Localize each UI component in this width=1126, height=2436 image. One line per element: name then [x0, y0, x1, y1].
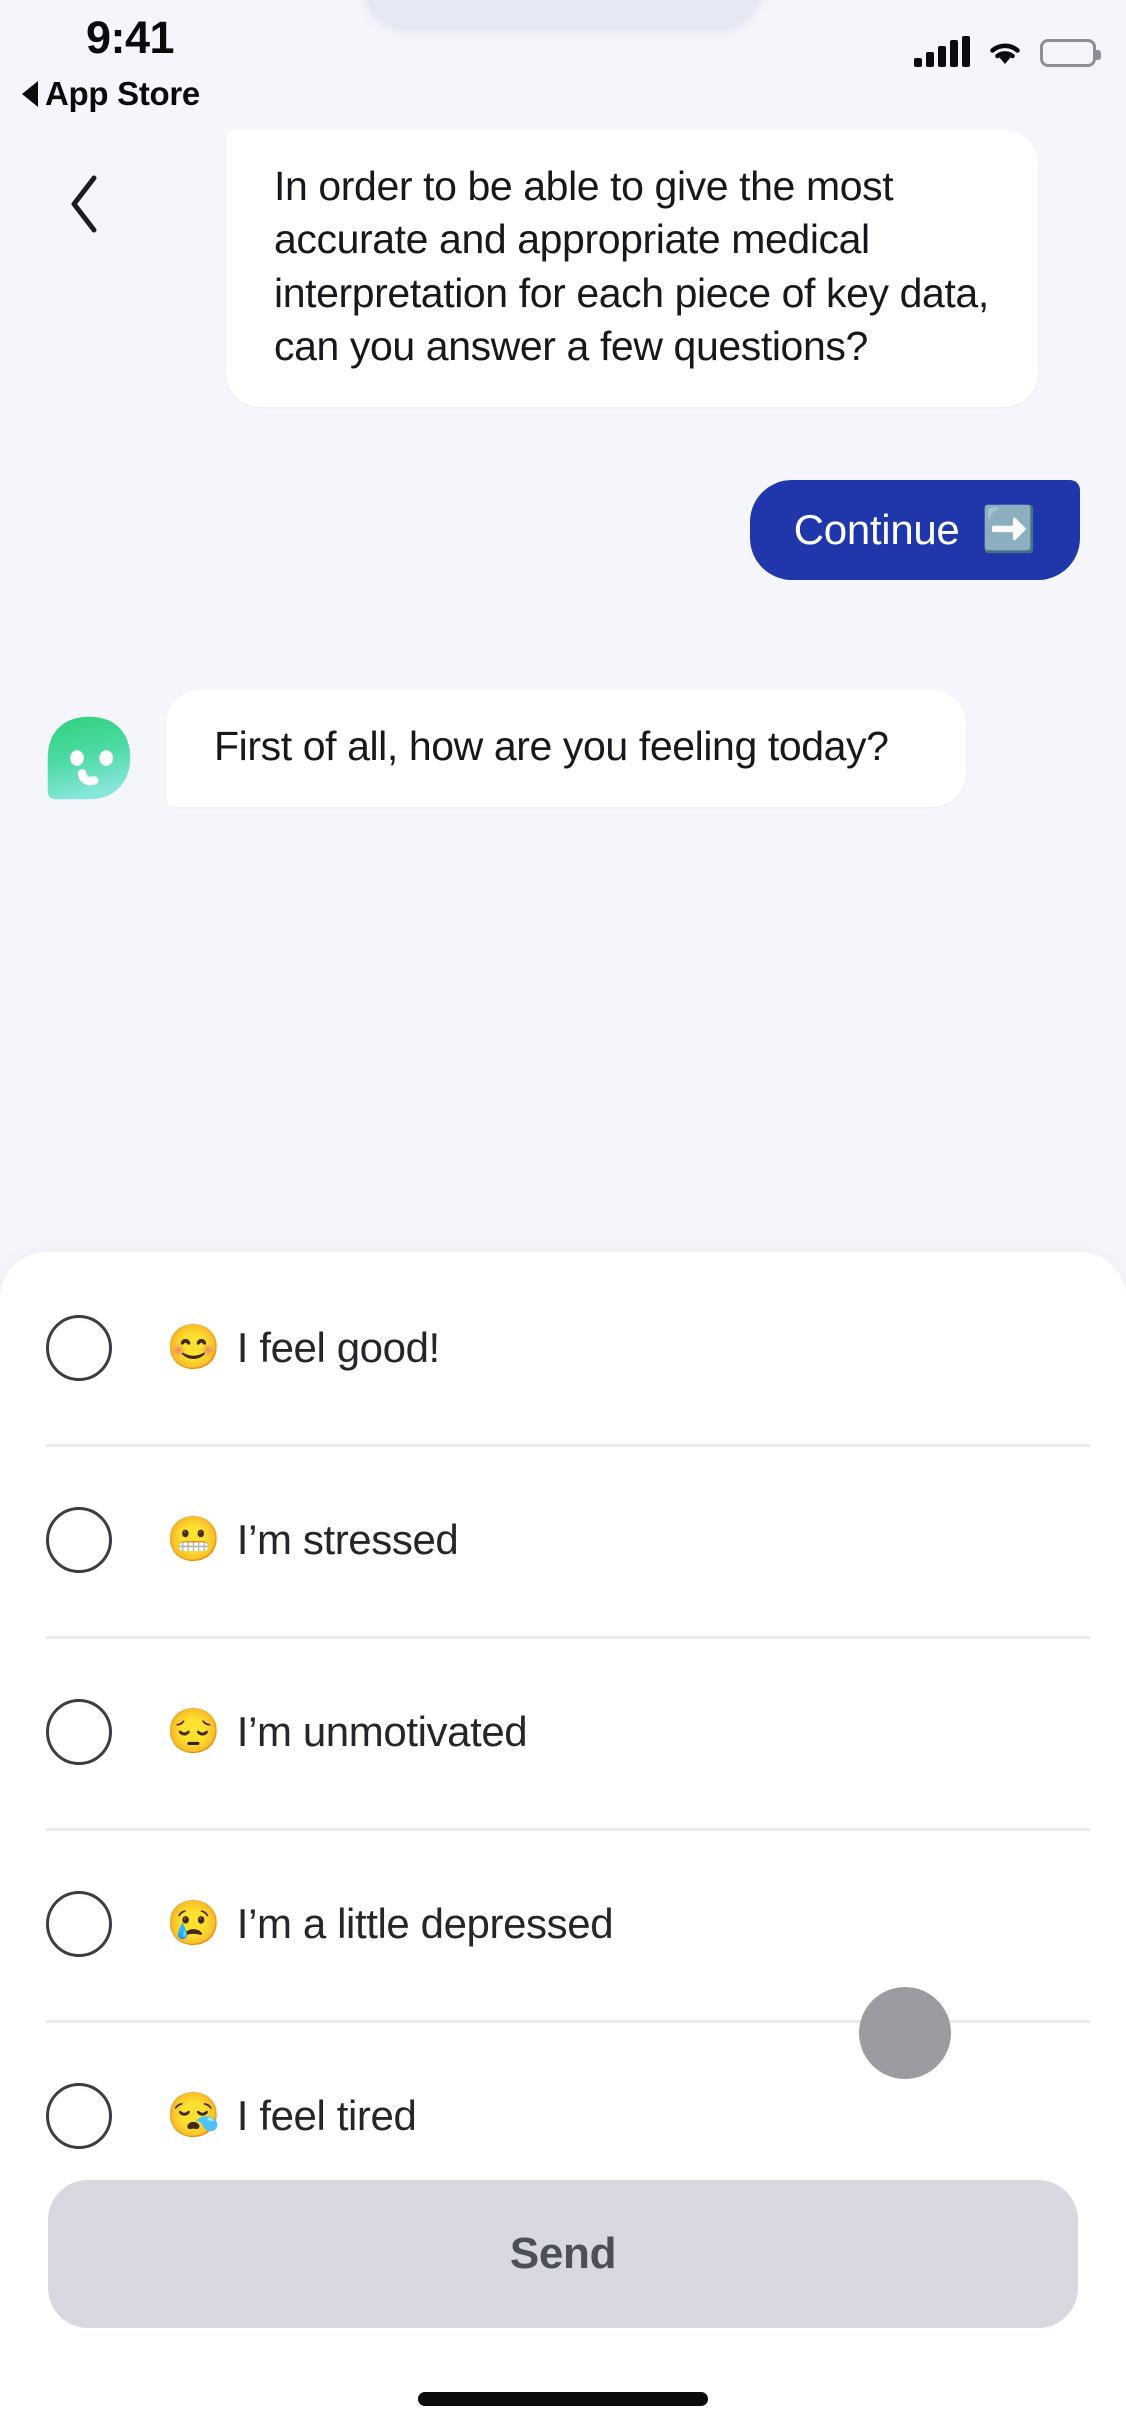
back-triangle-icon: [22, 81, 38, 107]
option-row[interactable]: 😬 I’m stressed: [0, 1444, 1126, 1636]
send-button[interactable]: Send: [48, 2180, 1078, 2328]
wifi-icon: [990, 43, 1020, 64]
option-emoji-icon: 😔: [166, 1707, 221, 1756]
option-emoji-icon: 😪: [166, 2091, 221, 2140]
option-label: I feel good!: [236, 1324, 440, 1371]
radio-button[interactable]: [46, 1315, 112, 1381]
radio-button[interactable]: [46, 1507, 112, 1573]
option-row[interactable]: 😔 I’m unmotivated: [0, 1636, 1126, 1828]
status-bar: 9:41 App Store: [0, 0, 1126, 130]
home-indicator[interactable]: [418, 2392, 708, 2406]
bot-message-bubble: In order to be able to give the most acc…: [226, 130, 1038, 408]
radio-button[interactable]: [46, 1891, 112, 1957]
status-time: 9:41: [86, 12, 175, 63]
option-label: I’m a little depressed: [236, 1900, 614, 1947]
battery-full-icon: [1040, 39, 1101, 67]
continue-button[interactable]: Continue ➡️: [749, 480, 1080, 580]
option-row[interactable]: 😊 I feel good!: [0, 1252, 1126, 1444]
touch-cursor: [859, 1987, 951, 2079]
status-back-to-app-store[interactable]: App Store: [22, 75, 200, 113]
bot-avatar: [47, 717, 131, 800]
app-screen: 9:41 App Store In order to be able to gi…: [0, 0, 1126, 2436]
radio-button[interactable]: [46, 2083, 112, 2149]
bot-message-bubble: First of all, how are you feeling today?: [166, 690, 966, 808]
message-row-bot-1: In order to be able to give the most acc…: [226, 130, 1038, 408]
option-label: I’m stressed: [236, 1516, 459, 1563]
arrow-right-emoji-icon: ➡️: [981, 505, 1037, 554]
chevron-left-icon: [71, 175, 97, 233]
continue-label: Continue: [793, 506, 960, 553]
send-bar: Send: [0, 2180, 1126, 2328]
option-emoji-icon: 😊: [166, 1323, 221, 1372]
message-row-bot-2: First of all, how are you feeling today?: [46, 690, 966, 808]
signal-bars-icon: [914, 36, 970, 67]
back-button[interactable]: [52, 172, 116, 236]
message-row-user-1: Continue ➡️: [749, 480, 1080, 580]
option-emoji-icon: 😬: [166, 1515, 221, 1564]
option-row[interactable]: 😢 I’m a little depressed: [0, 1828, 1126, 2020]
radio-button[interactable]: [46, 1699, 112, 1765]
option-label: I feel tired: [236, 2092, 417, 2139]
status-back-label: App Store: [45, 75, 200, 112]
option-label: I’m unmotivated: [236, 1708, 528, 1755]
status-icons: [914, 36, 1101, 67]
option-emoji-icon: 😢: [166, 1899, 221, 1948]
